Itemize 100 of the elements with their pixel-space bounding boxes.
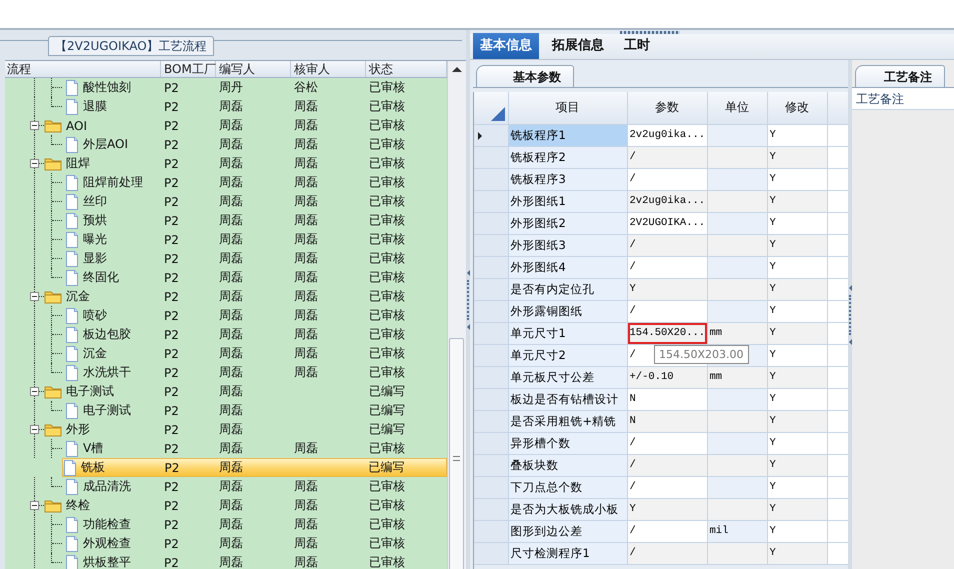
tree-row[interactable]: 显影 P2 周磊 周磊 已审核 — [5, 249, 447, 268]
tree-row[interactable]: 水洗烘干 P2 周磊 周磊 已审核 — [5, 363, 447, 382]
tree-row[interactable]: 酸性蚀刻 P2 周丹 谷松 已审核 — [5, 78, 447, 97]
row-header[interactable] — [474, 300, 508, 322]
table-cell[interactable]: / — [627, 520, 707, 542]
table-cell[interactable]: 铣板程序2 — [508, 146, 627, 168]
table-cell[interactable]: Y — [767, 476, 827, 498]
tree-row[interactable]: 功能检查 P2 周磊 周磊 已审核 — [5, 515, 447, 534]
tree-row[interactable]: 外形 P2 周磊 已编写 — [5, 420, 447, 439]
column-header[interactable]: 修改 — [767, 92, 827, 124]
row-header[interactable] — [474, 388, 508, 410]
table-cell[interactable]: / — [627, 432, 707, 454]
collapse-icon[interactable] — [30, 292, 39, 301]
column-header[interactable]: 流程 — [5, 61, 161, 77]
table-cell[interactable]: 单元板尺寸公差 — [508, 366, 627, 388]
tree-row[interactable]: 铣板 P2 周磊 已编写 — [62, 458, 447, 477]
table-cell[interactable]: / — [627, 234, 707, 256]
collapse-icon[interactable] — [30, 159, 39, 168]
table-cell[interactable]: mm — [707, 322, 767, 344]
tab[interactable]: 拓展信息 — [545, 33, 611, 59]
table-cell[interactable]: Y — [767, 256, 827, 278]
table-cell[interactable]: / — [627, 146, 707, 168]
panel-tab[interactable]: 工艺备注 — [855, 65, 945, 87]
scrollbar[interactable] — [447, 61, 466, 569]
table-cell[interactable]: 外形露铜图纸 — [508, 300, 627, 322]
table-cell[interactable]: 外形图纸3 — [508, 234, 627, 256]
table-cell[interactable]: Y — [767, 410, 827, 432]
row-header[interactable] — [474, 190, 508, 212]
row-header[interactable] — [474, 146, 508, 168]
tab[interactable]: 基本信息 — [473, 33, 539, 59]
table-cell[interactable]: Y — [767, 212, 827, 234]
panel-tab[interactable]: 基本参数 — [476, 65, 574, 87]
corner-cell[interactable] — [474, 92, 508, 124]
column-header[interactable]: 核审人 — [291, 61, 366, 77]
collapse-handle[interactable] — [620, 31, 680, 34]
table-cell[interactable]: Y — [767, 124, 827, 146]
row-header[interactable] — [474, 168, 508, 190]
tree-row[interactable]: 成品清洗 P2 周磊 周磊 已审核 — [5, 477, 447, 496]
row-header[interactable] — [474, 234, 508, 256]
table-cell[interactable]: / — [627, 454, 707, 476]
table-cell[interactable]: 铣板程序3 — [508, 168, 627, 190]
tree-row[interactable]: 预烘 P2 周磊 周磊 已审核 — [5, 211, 447, 230]
tree-row[interactable]: V槽 P2 周磊 周磊 已审核 — [5, 439, 447, 458]
row-header[interactable] — [474, 432, 508, 454]
table-cell[interactable]: Y — [627, 498, 707, 520]
table-cell[interactable]: 铣板程序1 — [508, 124, 627, 146]
tree-row[interactable]: 阻焊前处理 P2 周磊 周磊 已审核 — [5, 173, 447, 192]
row-header[interactable] — [474, 212, 508, 234]
table-cell[interactable]: mil — [707, 520, 767, 542]
table-cell[interactable]: Y — [767, 190, 827, 212]
row-header[interactable] — [474, 410, 508, 432]
table-cell[interactable]: Y — [767, 388, 827, 410]
tree-row[interactable]: 阻焊 P2 周磊 周磊 已审核 — [5, 154, 447, 173]
tree-row[interactable]: 沉金 P2 周磊 周磊 已审核 — [5, 287, 447, 306]
tree-row[interactable]: 外观检查 P2 周磊 周磊 已审核 — [5, 534, 447, 553]
table-cell[interactable]: Y — [767, 432, 827, 454]
collapse-icon[interactable] — [30, 121, 39, 130]
tree-row[interactable]: 电子测试 P2 周磊 已编写 — [5, 401, 447, 420]
table-cell[interactable]: 单元尺寸1 — [508, 322, 627, 344]
table-cell[interactable]: / — [627, 542, 707, 564]
table-cell[interactable]: N — [627, 410, 707, 432]
row-header[interactable] — [474, 344, 508, 366]
tree-row[interactable]: 喷砂 P2 周磊 周磊 已审核 — [5, 306, 447, 325]
table-cell[interactable]: 叠板块数 — [508, 454, 627, 476]
row-header[interactable] — [474, 454, 508, 476]
table-cell[interactable]: Y — [627, 278, 707, 300]
table-cell[interactable]: 单元尺寸2 — [508, 344, 627, 366]
table-cell[interactable]: 下刀点总个数 — [508, 476, 627, 498]
tree-row[interactable]: 电子测试 P2 周磊 已编写 — [5, 382, 447, 401]
table-cell[interactable]: 154.50X20... — [627, 322, 707, 344]
table-cell[interactable]: Y — [767, 366, 827, 388]
table-cell[interactable]: Y — [767, 498, 827, 520]
tree-row[interactable]: 板边包胶 P2 周磊 周磊 已审核 — [5, 325, 447, 344]
table-cell[interactable]: 异形槽个数 — [508, 432, 627, 454]
table-cell[interactable]: Y — [767, 344, 827, 366]
table-cell[interactable]: / — [627, 476, 707, 498]
table-cell[interactable]: 外形图纸2 — [508, 212, 627, 234]
row-header[interactable] — [474, 256, 508, 278]
column-header[interactable]: 项目 — [508, 92, 627, 124]
table-cell[interactable]: 2v2ug0ika... — [627, 190, 707, 212]
tree-row[interactable]: AOI P2 周磊 周磊 已审核 — [5, 116, 447, 135]
table-cell[interactable]: Y — [767, 300, 827, 322]
table-cell[interactable]: 是否采用粗铣+精铣 — [508, 410, 627, 432]
column-header[interactable]: 编写人 — [216, 61, 291, 77]
row-header[interactable] — [474, 542, 508, 564]
table-cell[interactable]: 是否为大板铣成小板 — [508, 498, 627, 520]
table-cell[interactable]: Y — [767, 234, 827, 256]
table-cell[interactable]: Y — [767, 278, 827, 300]
table-cell[interactable]: Y — [767, 454, 827, 476]
tree-row[interactable]: 丝印 P2 周磊 周磊 已审核 — [5, 192, 447, 211]
table-cell[interactable]: / — [627, 300, 707, 322]
scroll-thumb[interactable] — [449, 338, 464, 569]
table-cell[interactable]: 尺寸检测程序1 — [508, 542, 627, 564]
column-header[interactable]: 单位 — [707, 92, 767, 124]
column-header[interactable]: 参数 — [627, 92, 707, 124]
table-cell[interactable]: Y — [767, 146, 827, 168]
table-cell[interactable]: N — [627, 388, 707, 410]
collapse-icon[interactable] — [30, 501, 39, 510]
table-cell[interactable]: 2V2UGOIKA... — [627, 212, 707, 234]
tree-row[interactable]: 烘板整平 P2 周磊 周磊 已审核 — [5, 553, 447, 569]
